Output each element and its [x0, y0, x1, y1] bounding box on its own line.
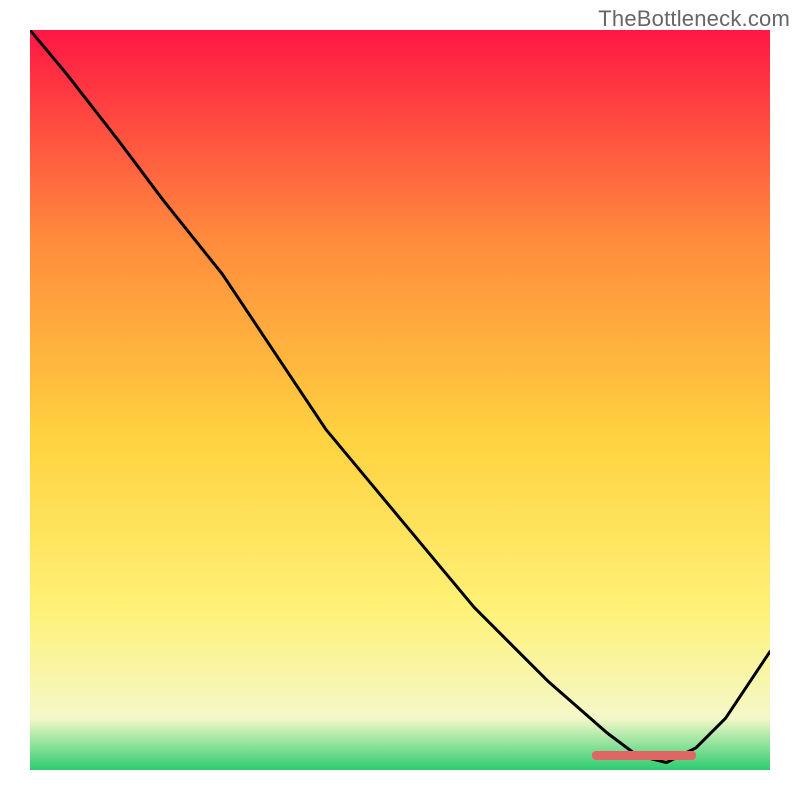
chart-stage: TheBottleneck.com — [0, 0, 800, 800]
plot-area — [30, 30, 770, 770]
gradient-background — [30, 30, 770, 770]
highlight-marker — [592, 751, 696, 760]
watermark-text: TheBottleneck.com — [598, 6, 790, 32]
chart-svg — [30, 30, 770, 770]
